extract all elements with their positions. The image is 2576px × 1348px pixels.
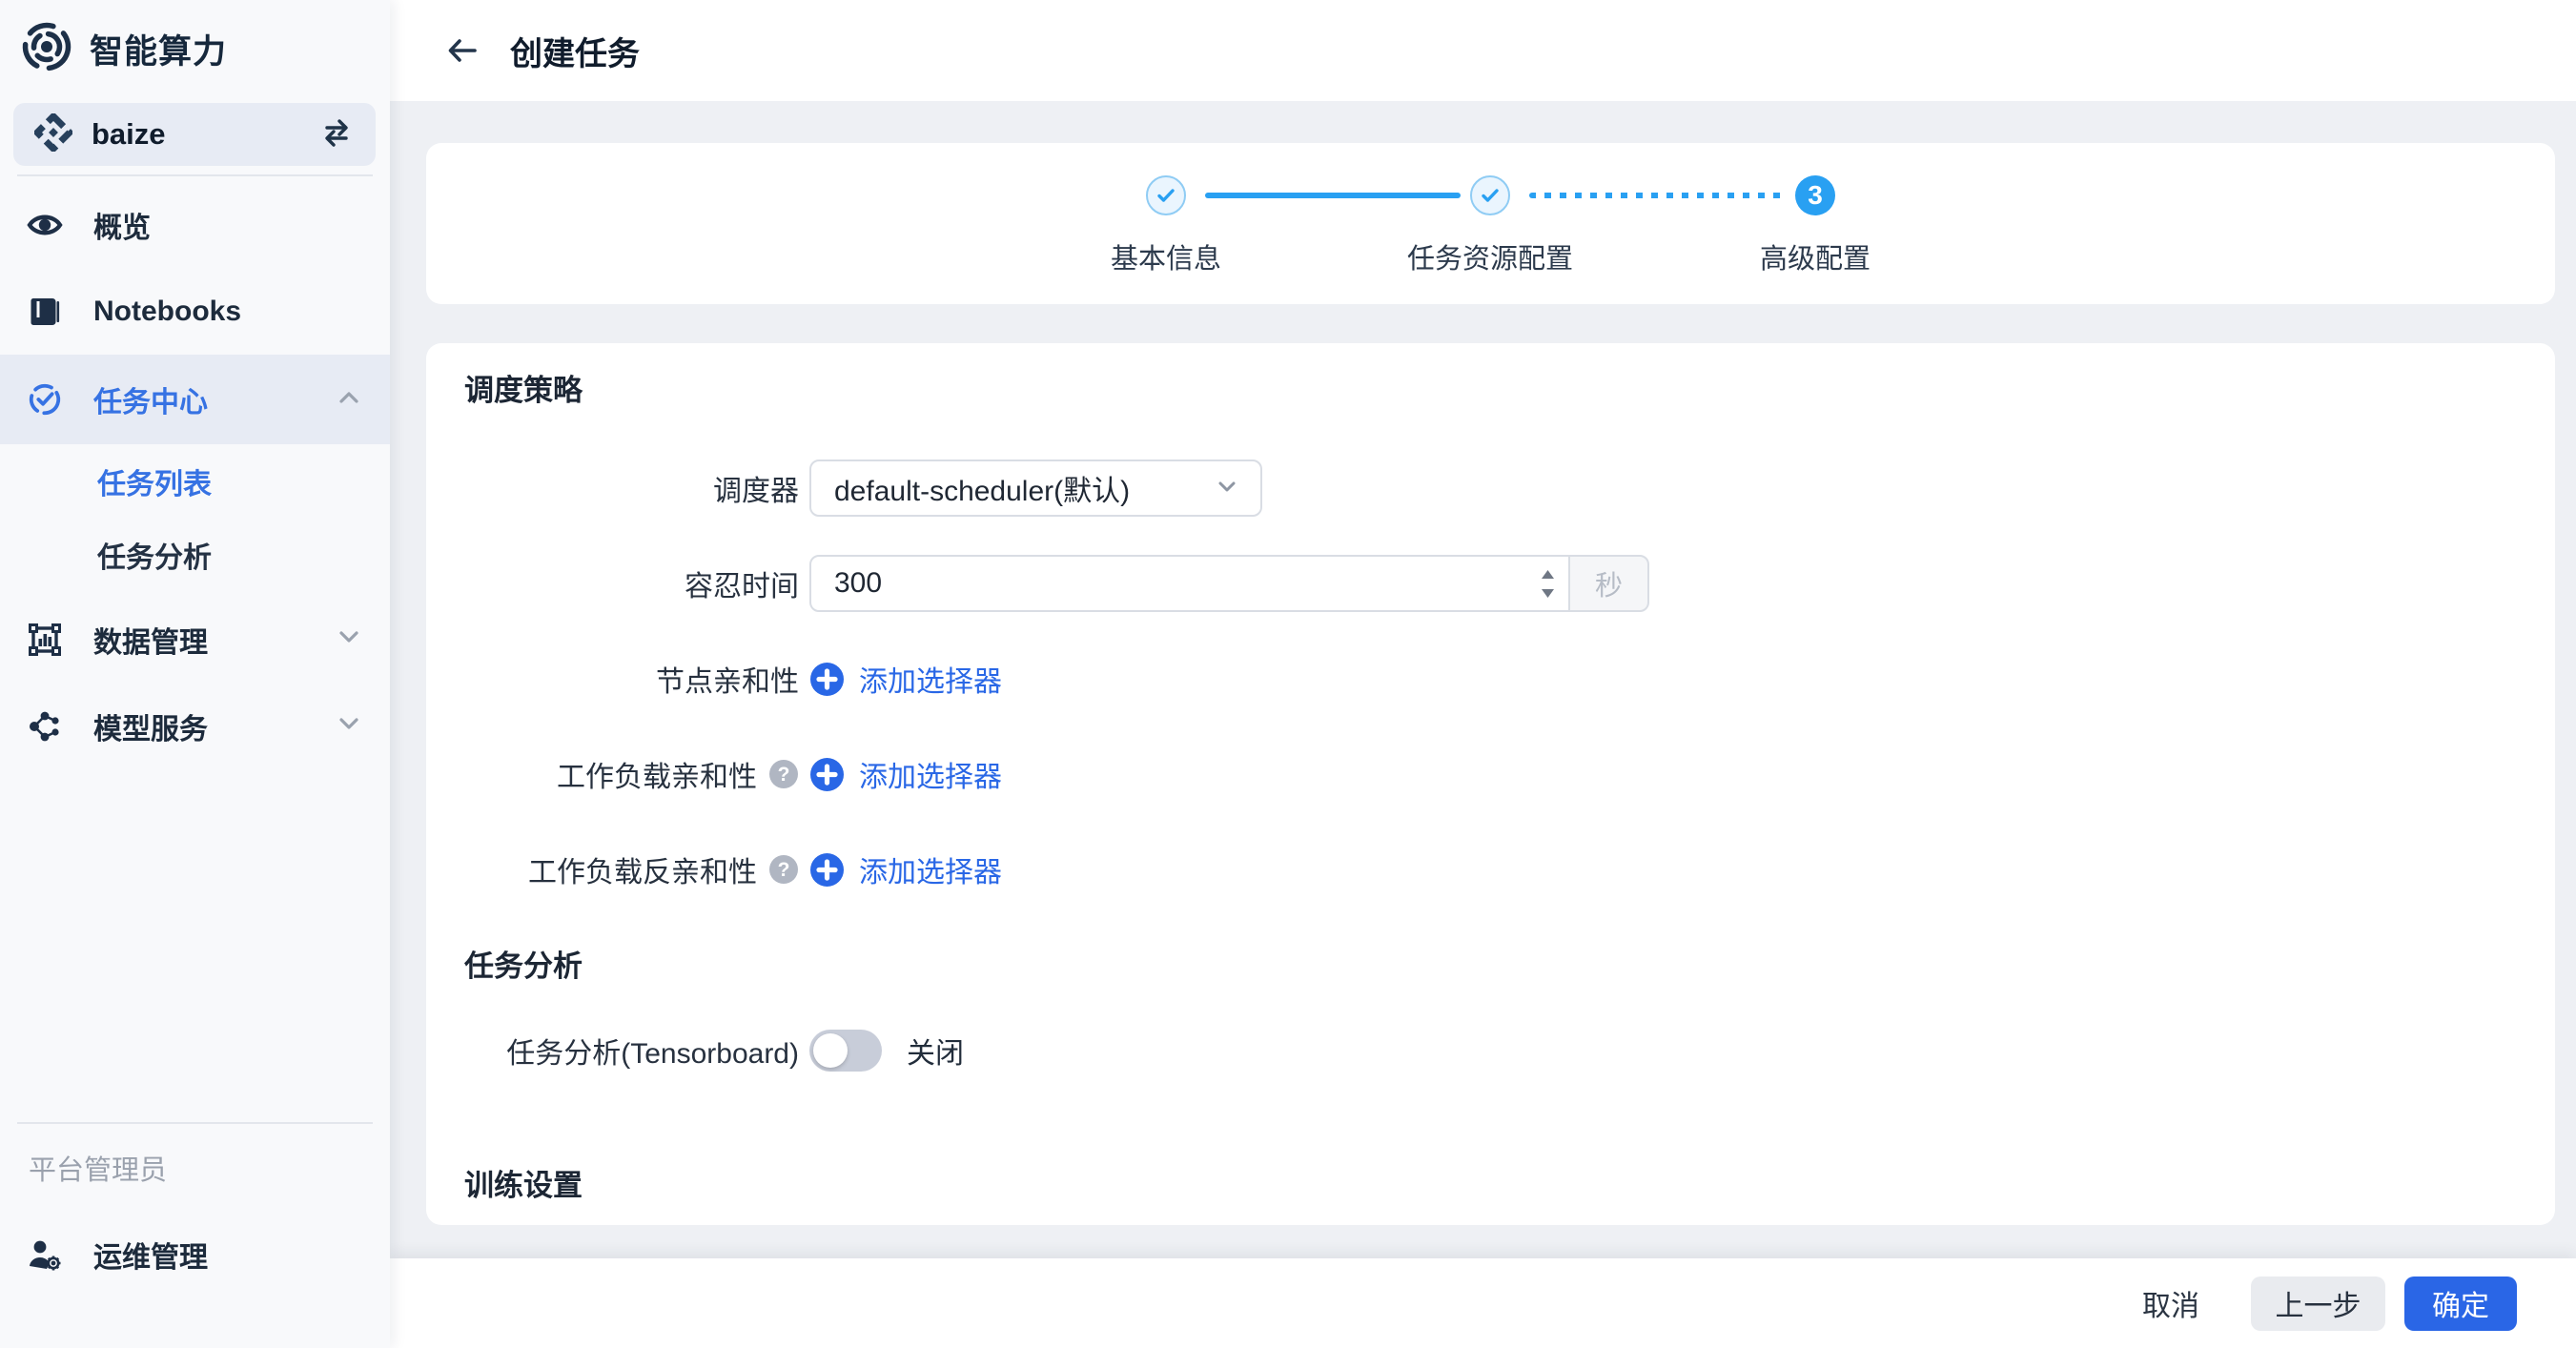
sidebar-section-label: 平台管理员 bbox=[29, 1148, 167, 1188]
sidebar-subitem-label: 任务分析 bbox=[97, 534, 212, 576]
footer-bar: 取消 上一步 确定 bbox=[390, 1258, 2576, 1348]
help-icon[interactable]: ? bbox=[768, 759, 799, 789]
sidebar: 智能算力 baize bbox=[0, 0, 390, 1348]
chevron-up-icon[interactable] bbox=[335, 383, 363, 417]
task-center-icon bbox=[27, 380, 63, 419]
chevron-down-icon[interactable] bbox=[335, 709, 363, 743]
page-header: 创建任务 bbox=[390, 0, 2576, 101]
step-2-done-icon bbox=[1470, 175, 1510, 215]
toleration-value: 300 bbox=[834, 567, 1541, 600]
unit-addon: 秒 bbox=[1568, 555, 1649, 612]
sidebar-item-overview[interactable]: 概览 bbox=[0, 181, 390, 268]
sidebar-item-label: 运维管理 bbox=[93, 1234, 208, 1276]
workload-affinity-row: 工作负载亲和性 ? 添加选择器 bbox=[464, 745, 2517, 803]
admin-user-icon bbox=[27, 1236, 63, 1273]
section-scheduling-heading: 调度策略 bbox=[464, 366, 583, 409]
sidebar-item-notebooks[interactable]: Notebooks bbox=[0, 268, 390, 355]
step-connector-dotted bbox=[1529, 193, 1785, 198]
sidebar-divider bbox=[17, 174, 373, 176]
page-title: 创建任务 bbox=[510, 28, 640, 74]
tensorboard-state-text: 关闭 bbox=[907, 1030, 964, 1072]
app-logo: 智能算力 bbox=[21, 21, 227, 77]
workload-anti-affinity-row: 工作负载反亲和性 ? 添加选择器 bbox=[464, 841, 2517, 898]
svg-text:?: ? bbox=[778, 859, 790, 881]
sidebar-subitem-label: 任务列表 bbox=[97, 460, 212, 502]
stepper-card: 3 基本信息 任务资源配置 高级配置 bbox=[426, 143, 2555, 304]
eye-icon bbox=[27, 207, 63, 243]
app-logo-icon bbox=[21, 21, 72, 77]
model-service-icon bbox=[27, 708, 63, 745]
stepper-up-icon bbox=[1541, 570, 1555, 580]
node-affinity-label: 节点亲和性 bbox=[464, 658, 799, 700]
toggle-knob bbox=[813, 1033, 848, 1068]
back-arrow-icon[interactable] bbox=[443, 31, 481, 70]
sidebar-item-task-analysis[interactable]: 任务分析 bbox=[0, 518, 390, 591]
add-selector-text: 添加选择器 bbox=[859, 753, 1002, 795]
switch-workspace-icon[interactable] bbox=[318, 114, 355, 155]
confirm-button[interactable]: 确定 bbox=[2404, 1277, 2517, 1331]
scheduler-select[interactable]: default-scheduler(默认) bbox=[809, 460, 1262, 517]
add-workload-selector-link[interactable]: 添加选择器 bbox=[809, 753, 1002, 795]
sidebar-item-label: Notebooks bbox=[93, 296, 241, 328]
step-3-badge: 3 bbox=[1795, 175, 1835, 215]
form-card: 调度策略 调度器 default-scheduler(默认) 容忍时间 300 bbox=[426, 343, 2555, 1225]
sidebar-item-task-list[interactable]: 任务列表 bbox=[0, 444, 390, 518]
sidebar-item-model-service[interactable]: 模型服务 bbox=[0, 683, 390, 769]
toleration-row: 容忍时间 300 秒 bbox=[464, 555, 2517, 612]
tensorboard-label: 任务分析(Tensorboard) bbox=[464, 1030, 799, 1072]
select-chevron-down-icon bbox=[1213, 472, 1241, 505]
sidebar-item-label: 任务中心 bbox=[93, 378, 208, 420]
dataset-icon bbox=[27, 622, 63, 658]
add-selector-text: 添加选择器 bbox=[859, 848, 1002, 890]
workload-anti-affinity-label: 工作负载反亲和性 bbox=[528, 848, 757, 890]
plus-circle-icon bbox=[809, 852, 845, 888]
tensorboard-toggle[interactable] bbox=[809, 1030, 882, 1072]
tensorboard-row: 任务分析(Tensorboard) 关闭 bbox=[464, 1022, 2517, 1079]
add-anti-affinity-selector-link[interactable]: 添加选择器 bbox=[809, 848, 1002, 890]
add-node-selector-link[interactable]: 添加选择器 bbox=[809, 658, 1002, 700]
chevron-down-icon[interactable] bbox=[335, 623, 363, 656]
workspace-switcher[interactable]: baize bbox=[13, 103, 376, 166]
step-3-label: 高级配置 bbox=[1760, 236, 1871, 276]
help-icon[interactable]: ? bbox=[768, 854, 799, 885]
content-area: 3 基本信息 任务资源配置 高级配置 调度策略 调度器 default-sche… bbox=[390, 101, 2576, 1258]
number-stepper[interactable] bbox=[1541, 570, 1555, 598]
scheduler-row: 调度器 default-scheduler(默认) bbox=[464, 460, 2517, 517]
notebook-icon bbox=[27, 294, 63, 330]
sidebar-item-data-management[interactable]: 数据管理 bbox=[0, 596, 390, 683]
sidebar-item-ops-management[interactable]: 运维管理 bbox=[0, 1211, 390, 1297]
sidebar-item-task-center[interactable]: 任务中心 bbox=[0, 355, 390, 444]
plus-circle-icon bbox=[809, 757, 845, 792]
prev-step-button[interactable]: 上一步 bbox=[2251, 1277, 2385, 1331]
svg-text:?: ? bbox=[778, 764, 790, 786]
workspace-name: baize bbox=[92, 117, 318, 152]
sidebar-item-label: 概览 bbox=[93, 204, 151, 246]
node-affinity-row: 节点亲和性 添加选择器 bbox=[464, 650, 2517, 707]
add-selector-text: 添加选择器 bbox=[859, 658, 1002, 700]
sidebar-divider bbox=[17, 1122, 373, 1124]
app-title: 智能算力 bbox=[90, 25, 227, 73]
cancel-button[interactable]: 取消 bbox=[2133, 1277, 2209, 1331]
step-1-done-icon bbox=[1146, 175, 1186, 215]
step-2-label: 任务资源配置 bbox=[1407, 236, 1573, 276]
workspace-icon bbox=[34, 113, 72, 156]
step-1-label: 基本信息 bbox=[1111, 236, 1221, 276]
plus-circle-icon bbox=[809, 662, 845, 697]
sidebar-item-label: 模型服务 bbox=[93, 705, 208, 747]
scheduler-select-value: default-scheduler(默认) bbox=[834, 467, 1213, 509]
stepper-down-icon bbox=[1541, 588, 1555, 598]
workload-affinity-label: 工作负载亲和性 bbox=[557, 753, 757, 795]
scheduler-label: 调度器 bbox=[464, 467, 799, 509]
sidebar-nav: 概览 Notebooks 任务中心 bbox=[0, 181, 390, 769]
section-training-heading: 训练设置 bbox=[464, 1161, 583, 1204]
step-connector-solid bbox=[1205, 193, 1461, 198]
toleration-label: 容忍时间 bbox=[464, 562, 799, 604]
toleration-input[interactable]: 300 bbox=[809, 555, 1570, 612]
sidebar-item-label: 数据管理 bbox=[93, 619, 208, 661]
section-analysis-heading: 任务分析 bbox=[464, 942, 583, 985]
